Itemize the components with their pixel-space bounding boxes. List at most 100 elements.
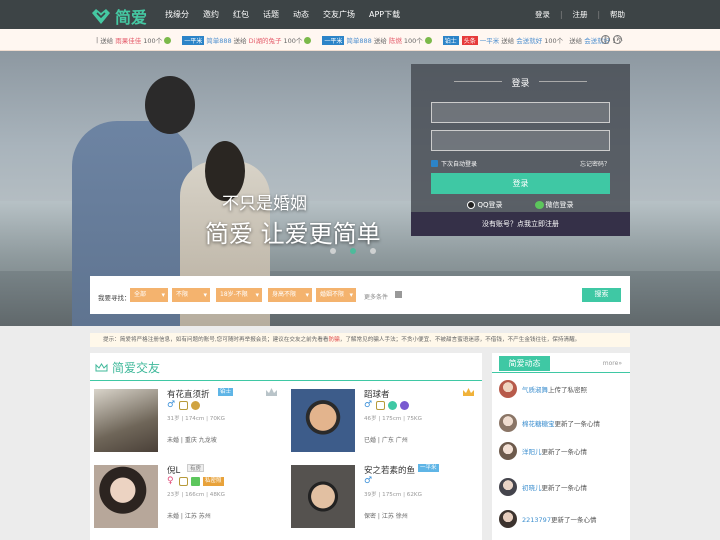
- forgot-password-link[interactable]: 忘记密码？: [580, 159, 610, 168]
- help-icon[interactable]: ?: [613, 35, 622, 44]
- feed-user[interactable]: 初晓儿: [522, 484, 542, 492]
- member-card[interactable]: 倪L 有房 ♀ 私密照 23岁 | 166cm | 48KG 未婚 | 江苏 苏…: [90, 461, 280, 533]
- more-link[interactable]: more»: [603, 360, 622, 367]
- male-icon: ♂: [364, 476, 373, 486]
- select-gender[interactable]: 不限: [172, 288, 210, 302]
- ticker-item: 一平米 简单888 送给 陈燃 100个: [319, 35, 433, 45]
- feed-item[interactable]: 洋阳儿更新了一条心情: [499, 440, 627, 462]
- member-icons: ♂: [364, 477, 373, 486]
- private-photo-badge: 私密照: [203, 477, 224, 486]
- carousel-dot[interactable]: [370, 248, 376, 254]
- member-icons: ♂: [364, 401, 409, 410]
- remember-label: 下次自动登录: [441, 161, 478, 168]
- ticker-name[interactable]: 雨果佳佳: [115, 35, 141, 45]
- activity-tab[interactable]: 简爱动态: [499, 356, 550, 371]
- login-title: 登录: [411, 76, 630, 89]
- nav-item-moments[interactable]: 动态: [286, 0, 316, 29]
- member-name[interactable]: 有花直须折: [167, 388, 210, 400]
- more-conditions[interactable]: 更多条件: [364, 292, 388, 301]
- checkbox-icon[interactable]: [431, 160, 438, 167]
- select-height[interactable]: 身高不限: [268, 288, 312, 302]
- vip-badge: 一平米: [418, 464, 439, 472]
- ticker-target[interactable]: 陈燃: [389, 35, 402, 45]
- member-photo[interactable]: [94, 389, 158, 452]
- member-photo[interactable]: [291, 389, 355, 452]
- ticker-target[interactable]: 会送就好: [516, 35, 542, 45]
- avatar[interactable]: [499, 510, 517, 528]
- vip-badge: 铂士: [218, 388, 234, 396]
- avatar[interactable]: [499, 478, 517, 496]
- password-input[interactable]: [431, 130, 610, 151]
- register-bar[interactable]: 没有账号？点我立即注册: [411, 212, 630, 236]
- ticker-tag: 一平米: [182, 35, 205, 45]
- carousel-dot-active[interactable]: [350, 248, 356, 254]
- avatar[interactable]: [499, 380, 517, 398]
- ticker-target[interactable]: Di湖的兔子: [249, 35, 282, 45]
- feed-item[interactable]: 气质淑舞上传了私密照: [499, 378, 627, 400]
- member-stats: 46岁 | 175cm | 75KG: [364, 416, 422, 422]
- ticker-name[interactable]: 简单888: [346, 35, 371, 45]
- social-login: QQ登录 微信登录: [411, 200, 630, 210]
- member-name[interactable]: 安之若素的鱼: [364, 464, 415, 476]
- carousel-dot[interactable]: [330, 248, 336, 254]
- remember-me[interactable]: 下次自动登录: [431, 159, 477, 168]
- section-divider: [90, 380, 482, 381]
- nav-item-redpacket[interactable]: 红包: [226, 0, 256, 29]
- member-photo[interactable]: [291, 465, 355, 528]
- member-name[interactable]: 蹈球者: [364, 388, 390, 400]
- hero-slogan-primary: 不只是婚姻: [222, 194, 307, 214]
- feed-user[interactable]: 棉花糖糖宝: [522, 420, 555, 428]
- search-bar: 我要寻找： 全部 不限 18岁-不限 身高不限 婚姻不限 更多条件 搜索: [90, 276, 630, 314]
- member-icons: ♂: [167, 401, 200, 410]
- feed-item[interactable]: 初晓儿更新了一条心情: [499, 476, 627, 498]
- ticker-name[interactable]: 一平米: [480, 35, 500, 45]
- select-marriage[interactable]: 婚姻不限: [316, 288, 356, 302]
- avatar[interactable]: [499, 442, 517, 460]
- notice-text: 提示：简爱将严格注册信息，如有问题的账号,您可随时再举报会员；建议在交友之前先看…: [103, 337, 329, 343]
- nav-item-find[interactable]: 找缘分: [158, 0, 196, 29]
- pause-icon[interactable]: ‖: [601, 35, 610, 44]
- wechat-login[interactable]: 微信登录: [534, 200, 574, 210]
- phone-icon: [388, 401, 397, 410]
- search-button[interactable]: 搜索: [582, 288, 621, 302]
- feed-item[interactable]: 棉花糖糖宝更新了一条心情: [499, 412, 627, 434]
- wechat-login-label: 微信登录: [545, 201, 574, 209]
- ticker-tag: 头条: [461, 35, 478, 45]
- crown-rank-icon: [266, 388, 277, 396]
- nav-item-app[interactable]: APP下载: [362, 0, 407, 29]
- member-photo[interactable]: [94, 465, 158, 528]
- ticker-name[interactable]: 简单888: [206, 35, 231, 45]
- login-link[interactable]: 登录: [535, 9, 550, 20]
- select-age[interactable]: 18岁-不限: [216, 288, 262, 302]
- feed-item[interactable]: 2213797更新了一条心情: [499, 508, 627, 530]
- member-location: 未婚 | 江苏 苏州: [167, 513, 211, 520]
- ticker-gift: 100个: [544, 37, 564, 45]
- member-card[interactable]: 有花直须折 铂士 ♂ 31岁 | 174cm | 70KG 未婚 | 重庆 九龙…: [90, 385, 280, 457]
- more-conditions-icon[interactable]: [395, 291, 402, 298]
- login-button[interactable]: 登录: [431, 173, 610, 194]
- section-title: 简爱交友: [95, 359, 160, 376]
- member-icons: ♀ 私密照: [167, 477, 224, 486]
- ticker-prefix: |: [96, 36, 99, 44]
- feed-user[interactable]: 气质淑舞: [522, 386, 548, 394]
- qq-login[interactable]: QQ登录: [467, 200, 503, 210]
- select-region[interactable]: 全部: [130, 288, 168, 302]
- brand-logo[interactable]: 简爱: [90, 4, 147, 28]
- verified-id-icon: [179, 477, 188, 486]
- member-name[interactable]: 倪L: [167, 464, 180, 476]
- feed-user[interactable]: 洋阳儿: [522, 448, 542, 456]
- feed-user[interactable]: 2213797: [522, 516, 551, 524]
- register-link[interactable]: 注册: [572, 9, 587, 20]
- username-input[interactable]: [431, 102, 610, 123]
- nav-item-topics[interactable]: 话题: [256, 0, 286, 29]
- nav-item-invite[interactable]: 邀约: [196, 0, 226, 29]
- gift-ticker: | 送给 雨果佳佳 100个 一平米 简单888 送给 Di湖的兔子 100个 …: [0, 29, 720, 51]
- help-link[interactable]: 帮助: [610, 9, 625, 20]
- notice-fraud-link[interactable]: 防骗: [329, 337, 340, 343]
- avatar[interactable]: [499, 414, 517, 432]
- member-card[interactable]: 安之若素的鱼 一平米 ♂ 39岁 | 175cm | 62KG 保密 | 江苏 …: [287, 461, 477, 533]
- male-icon: ♂: [167, 400, 176, 410]
- member-card[interactable]: 蹈球者 ♂ 46岁 | 175cm | 75KG 已婚 | 广东 广州: [287, 385, 477, 457]
- ticker-verb: 送给: [100, 37, 114, 45]
- nav-item-square[interactable]: 交友广场: [316, 0, 362, 29]
